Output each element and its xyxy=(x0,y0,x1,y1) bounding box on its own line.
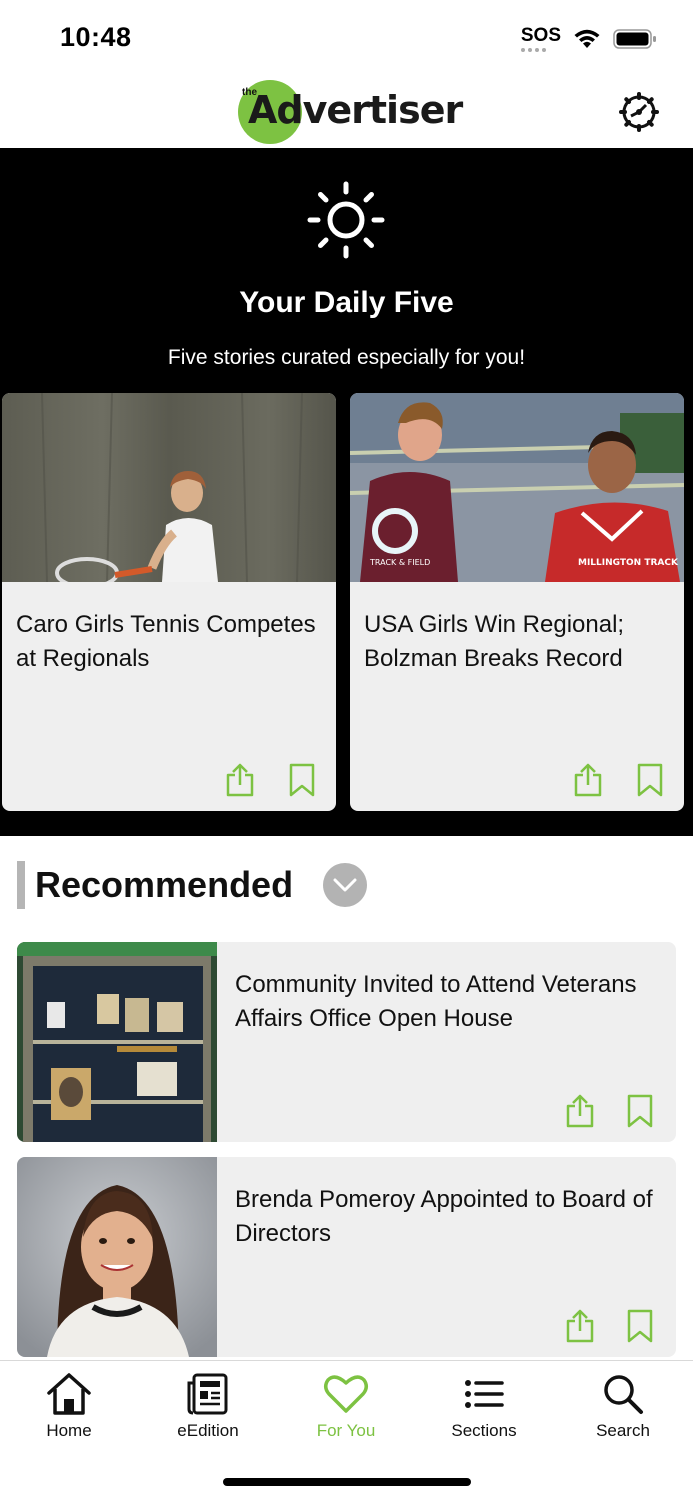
advertiser-logo[interactable]: the Advertiser xyxy=(238,80,463,144)
recommended-item-title: Community Invited to Attend Veterans Aff… xyxy=(235,971,637,1032)
recommended-header: Recommended xyxy=(17,860,368,910)
tab-eedition[interactable]: eEdition xyxy=(153,1371,263,1441)
wifi-icon xyxy=(574,29,600,48)
story-card-track[interactable]: TRACK & FIELD MILLINGTON TRACK USA Girls… xyxy=(350,393,684,811)
share-icon[interactable] xyxy=(564,1309,596,1343)
veterans-photo xyxy=(17,942,217,1142)
sos-indicator: SOS xyxy=(520,26,561,52)
logo-text: Advertiser xyxy=(248,88,463,132)
tab-search[interactable]: Search xyxy=(568,1371,678,1441)
recommended-item-pomeroy[interactable]: Brenda Pomeroy Appointed to Board of Dir… xyxy=(17,1157,676,1357)
share-icon[interactable] xyxy=(224,763,256,797)
recommended-title: Recommended xyxy=(35,864,294,905)
tab-home[interactable]: Home xyxy=(14,1371,124,1441)
status-indicators: SOS xyxy=(520,26,657,52)
settings-gear-icon[interactable] xyxy=(619,92,659,132)
jersey-text-right: MILLINGTON TRACK xyxy=(578,558,679,568)
search-icon xyxy=(604,1375,643,1414)
jersey-text-left: TRACK & FIELD xyxy=(369,558,430,567)
pomeroy-photo xyxy=(17,1157,217,1357)
tab-for-you[interactable]: For You xyxy=(291,1371,401,1441)
bookmark-icon[interactable] xyxy=(286,763,318,797)
heart-icon xyxy=(324,1375,368,1413)
app-header: the Advertiser xyxy=(0,72,693,148)
status-time: 10:48 xyxy=(60,22,132,52)
story-card-title: USA Girls Win Regional; Bolzman Breaks R… xyxy=(364,611,625,672)
bookmark-icon[interactable] xyxy=(634,763,666,797)
list-icon xyxy=(465,1380,504,1408)
bookmark-icon[interactable] xyxy=(624,1094,656,1128)
story-card-title: Caro Girls Tennis Competes at Regionals xyxy=(16,611,316,672)
tennis-photo xyxy=(2,393,336,582)
daily-five-subtitle: Five stories curated especially for you! xyxy=(167,346,526,369)
section-accent-bar xyxy=(17,861,25,909)
recommended-item-veterans[interactable]: Community Invited to Attend Veterans Aff… xyxy=(17,942,676,1142)
recommended-item-title: Brenda Pomeroy Appointed to Board of Dir… xyxy=(235,1186,653,1247)
battery-icon xyxy=(613,29,656,49)
share-icon[interactable] xyxy=(564,1094,596,1128)
newspaper-icon xyxy=(187,1373,228,1415)
recommended-toggle-button[interactable] xyxy=(323,863,368,907)
chevron-down-icon xyxy=(333,878,357,892)
tab-sections[interactable]: Sections xyxy=(429,1371,539,1441)
track-photo: TRACK & FIELD MILLINGTON TRACK xyxy=(350,393,684,582)
sun-icon xyxy=(307,181,385,259)
daily-five-section: Your Daily Five Five stories curated esp… xyxy=(0,148,693,836)
share-icon[interactable] xyxy=(572,763,604,797)
home-indicator[interactable] xyxy=(223,1478,471,1486)
daily-five-title: Your Daily Five xyxy=(239,286,454,319)
status-bar: 10:48 SOS xyxy=(0,0,693,72)
home-icon xyxy=(47,1373,91,1415)
bookmark-icon[interactable] xyxy=(624,1309,656,1343)
story-card-tennis[interactable]: Caro Girls Tennis Competes at Regionals xyxy=(2,393,336,811)
